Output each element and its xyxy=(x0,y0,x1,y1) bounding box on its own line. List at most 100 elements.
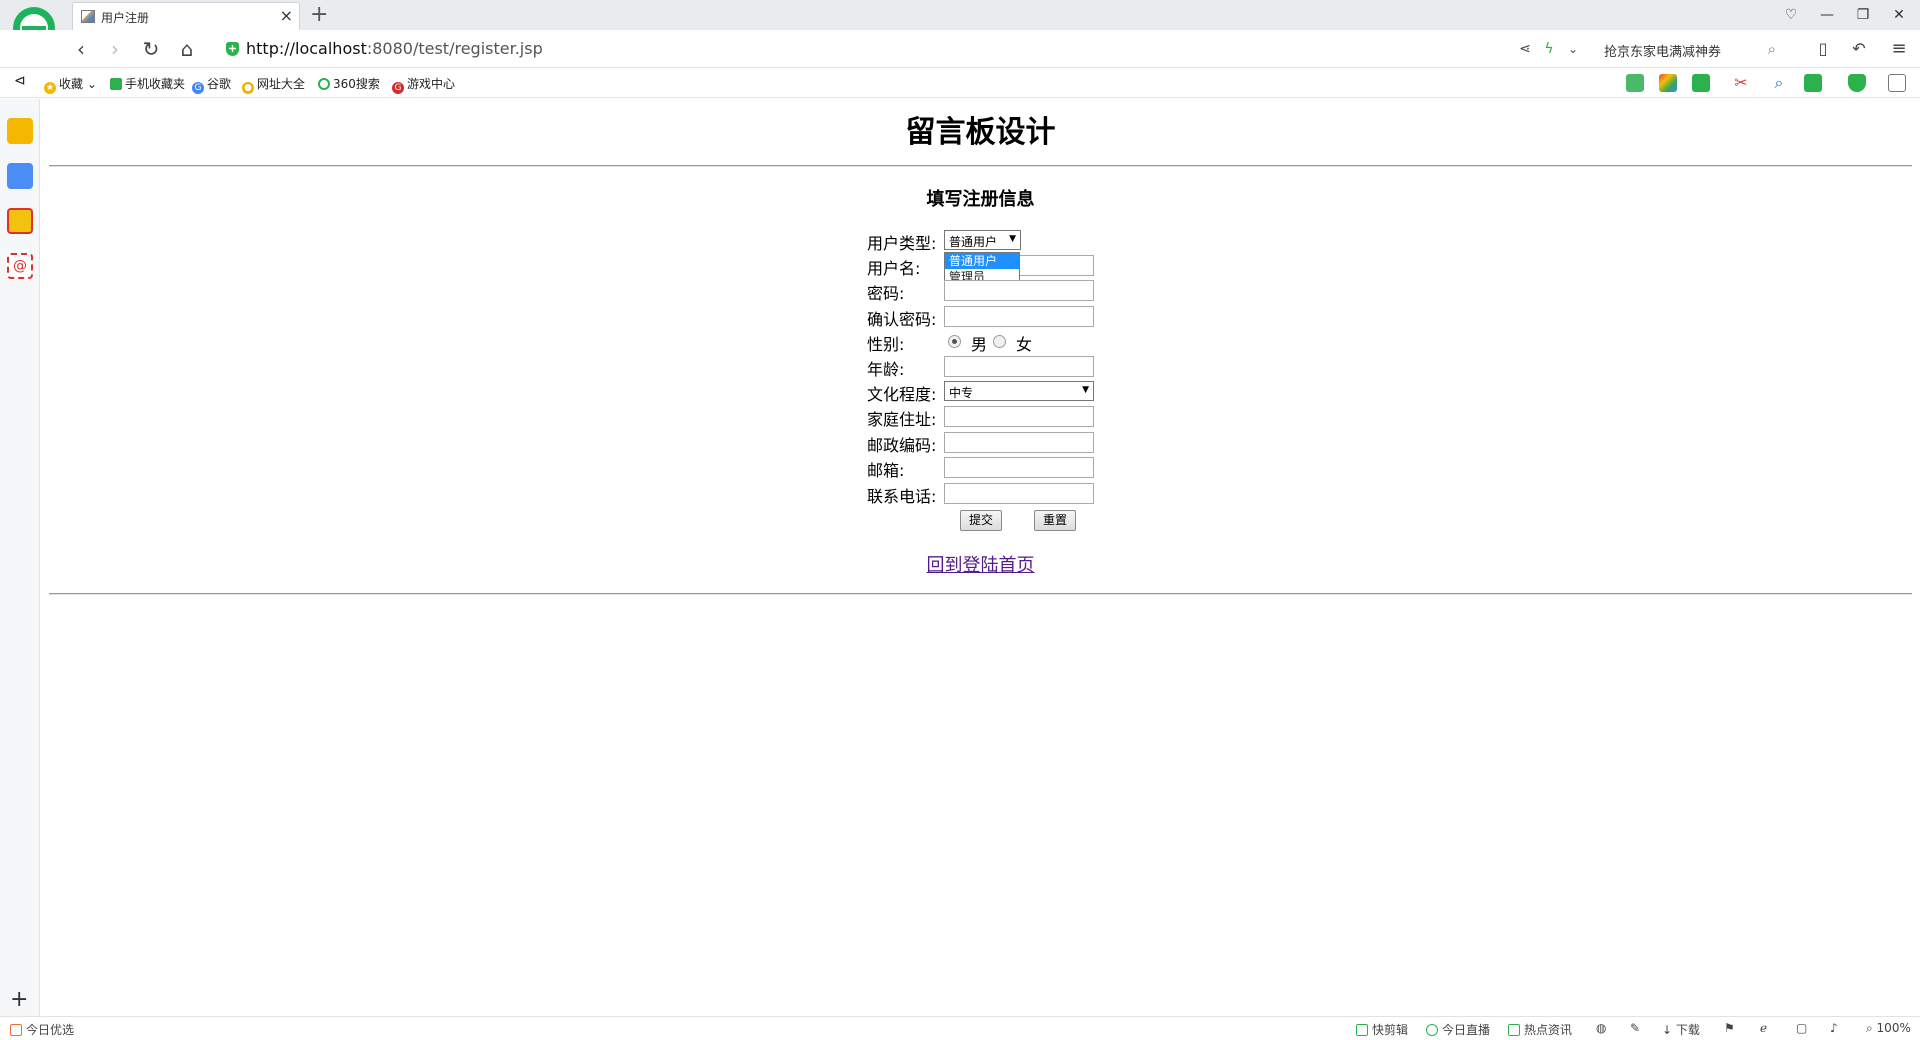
bookmark-360-search[interactable]: 360搜索 xyxy=(318,75,380,92)
video-icon xyxy=(1356,1024,1368,1036)
bookmark-mobile[interactable]: 手机收藏夹 xyxy=(110,75,185,92)
search-input[interactable]: 抢京东家电满减神券 xyxy=(1604,41,1721,60)
translate-extension-icon[interactable] xyxy=(1692,74,1710,92)
postcode-label: 邮政编码: xyxy=(867,436,937,455)
refresh-icon[interactable]: ↻ xyxy=(138,36,164,62)
address-label: 家庭住址: xyxy=(867,410,937,429)
title-bar: 用户注册 × + ♡ — ❐ ✕ xyxy=(0,0,1920,31)
back-to-login-link[interactable]: 回到登陆首页 xyxy=(927,555,1035,576)
submit-button[interactable]: 提交 xyxy=(960,510,1002,531)
user-type-label: 用户类型: xyxy=(867,234,937,253)
minimize-button[interactable]: — xyxy=(1812,4,1842,26)
undo-icon[interactable]: ↶ xyxy=(1846,36,1872,62)
postcode-input[interactable] xyxy=(944,432,1094,453)
bookmarks-bar: ⊲ ★ 收藏 ⌄ 手机收藏夹 G 谷歌 ● 网址大全 360搜索 G 游戏中心 ✂ ⌕ xyxy=(0,68,1920,98)
gift-icon xyxy=(10,1024,22,1036)
status-bar: 今日优选 快剪辑 今日直播 热点资讯 ◍ ✎ ↓ 下载 ⚑ ℯ ▢ ♪ ⌕ 10… xyxy=(0,1016,1920,1040)
chevron-down-icon[interactable]: ⌄ xyxy=(1560,36,1586,62)
share-icon[interactable]: ⋖ xyxy=(1512,36,1538,62)
gender-male-radio[interactable] xyxy=(948,335,961,348)
ring-icon xyxy=(318,78,330,90)
address-input[interactable] xyxy=(944,406,1094,427)
volume-icon[interactable]: ♪ xyxy=(1830,1021,1838,1035)
flag-icon[interactable]: ⚑ xyxy=(1724,1021,1735,1035)
browser-tab[interactable]: 用户注册 × xyxy=(72,2,300,31)
lightning-icon[interactable]: ϟ xyxy=(1536,36,1562,62)
collapse-icon[interactable]: ⊲ xyxy=(14,73,26,89)
add-sidebar-icon[interactable]: + xyxy=(10,987,28,1012)
search-box[interactable]: 抢京东家电满减神券 ⌕ xyxy=(1594,36,1780,62)
dropdown-arrow-icon: ▼ xyxy=(1009,234,1016,244)
menu-icon[interactable]: ≡ xyxy=(1886,36,1912,62)
bookmark-google[interactable]: G 谷歌 xyxy=(192,75,231,94)
star-icon: ★ xyxy=(44,82,56,94)
speed-icon[interactable]: ◍ xyxy=(1596,1021,1606,1035)
search-icon[interactable]: ⌕ xyxy=(1768,40,1776,58)
forward-button[interactable]: › xyxy=(102,36,128,62)
gender-female-radio[interactable] xyxy=(993,335,1006,348)
phone-input[interactable] xyxy=(944,483,1094,504)
dropdown-arrow-icon: ▼ xyxy=(1082,385,1089,395)
skin-icon[interactable]: ♡ xyxy=(1776,4,1806,26)
back-to-login-link-wrap: 回到登陆首页 xyxy=(41,551,1920,577)
password-input[interactable] xyxy=(944,280,1094,301)
shield-icon[interactable] xyxy=(1848,74,1866,92)
bookmark-favorites[interactable]: ★ 收藏 ⌄ xyxy=(44,75,97,94)
navigation-bar: ‹ › ↻ ⌂ http://localhost:8080/test/regis… xyxy=(0,30,1920,68)
book-extension-icon[interactable] xyxy=(1626,74,1644,92)
page-title: 留言板设计 xyxy=(905,115,1056,150)
download-button[interactable]: ↓ 下载 xyxy=(1662,1021,1700,1038)
grid-icon[interactable] xyxy=(1888,74,1906,92)
confirm-password-input[interactable] xyxy=(944,306,1094,327)
reading-list-icon[interactable] xyxy=(7,163,33,189)
age-label: 年龄: xyxy=(867,360,905,379)
email-label: 邮箱: xyxy=(867,461,905,480)
reading-icon[interactable]: ▯ xyxy=(1810,36,1836,62)
page-content: 留言板设计 填写注册信息 用户类型: 普通用户 ▼ 用户名: 普通用户 管理员 密… xyxy=(41,99,1920,1016)
app-extension-icon[interactable] xyxy=(1659,74,1677,92)
mail-icon[interactable]: @ xyxy=(7,253,33,279)
page-favicon-icon xyxy=(81,10,95,23)
top-divider xyxy=(49,165,1912,167)
confirm-password-label: 确认密码: xyxy=(867,310,937,329)
live-today[interactable]: 今日直播 xyxy=(1426,1021,1490,1038)
form-title: 填写注册信息 xyxy=(926,189,1035,210)
game-icon: G xyxy=(392,82,404,94)
weibo-icon[interactable] xyxy=(7,208,33,234)
back-button[interactable]: ‹ xyxy=(68,36,94,62)
phone-label: 联系电话: xyxy=(867,487,937,506)
bookmark-games[interactable]: G 游戏中心 xyxy=(392,75,455,94)
daily-picks[interactable]: 今日优选 xyxy=(10,1021,74,1038)
home-icon[interactable]: ⌂ xyxy=(174,36,200,62)
option-normal-user[interactable]: 普通用户 xyxy=(945,253,1019,269)
google-icon: G xyxy=(192,82,204,94)
reset-button[interactable]: 重置 xyxy=(1034,510,1076,531)
play-icon xyxy=(1426,1024,1438,1036)
address-bar[interactable]: http://localhost:8080/test/register.jsp xyxy=(222,36,1492,62)
username-label: 用户名: xyxy=(867,259,921,278)
restore-button[interactable]: ❐ xyxy=(1848,4,1878,26)
user-type-select[interactable]: 普通用户 ▼ xyxy=(944,230,1021,250)
url-text[interactable]: http://localhost:8080/test/register.jsp xyxy=(246,39,543,58)
age-input[interactable] xyxy=(944,356,1094,377)
close-tab-icon[interactable]: × xyxy=(280,6,293,25)
phone-icon xyxy=(110,78,122,90)
gender-label: 性别: xyxy=(867,335,905,354)
ie-icon[interactable]: ℯ xyxy=(1760,1021,1767,1035)
education-select[interactable]: 中专 ▼ xyxy=(944,381,1094,401)
gamepad-icon[interactable] xyxy=(1804,74,1822,92)
quick-edit[interactable]: 快剪辑 xyxy=(1356,1021,1408,1038)
bookmark-sites[interactable]: ● 网址大全 xyxy=(242,75,305,94)
zoom-level[interactable]: ⌕ 100% xyxy=(1866,1021,1911,1036)
news-icon xyxy=(1508,1024,1520,1036)
sidebar: @ + xyxy=(0,99,40,1016)
close-window-button[interactable]: ✕ xyxy=(1884,4,1914,26)
hot-news[interactable]: 热点资讯 xyxy=(1508,1021,1572,1038)
pin-icon[interactable]: ✎ xyxy=(1630,1021,1640,1035)
email-input[interactable] xyxy=(944,457,1094,478)
scissors-icon[interactable]: ✂ xyxy=(1732,74,1750,92)
magnifier-icon[interactable]: ⌕ xyxy=(1770,74,1788,92)
new-tab-button[interactable]: + xyxy=(310,2,328,28)
favorites-icon[interactable] xyxy=(7,118,33,144)
window-icon[interactable]: ▢ xyxy=(1796,1021,1807,1035)
